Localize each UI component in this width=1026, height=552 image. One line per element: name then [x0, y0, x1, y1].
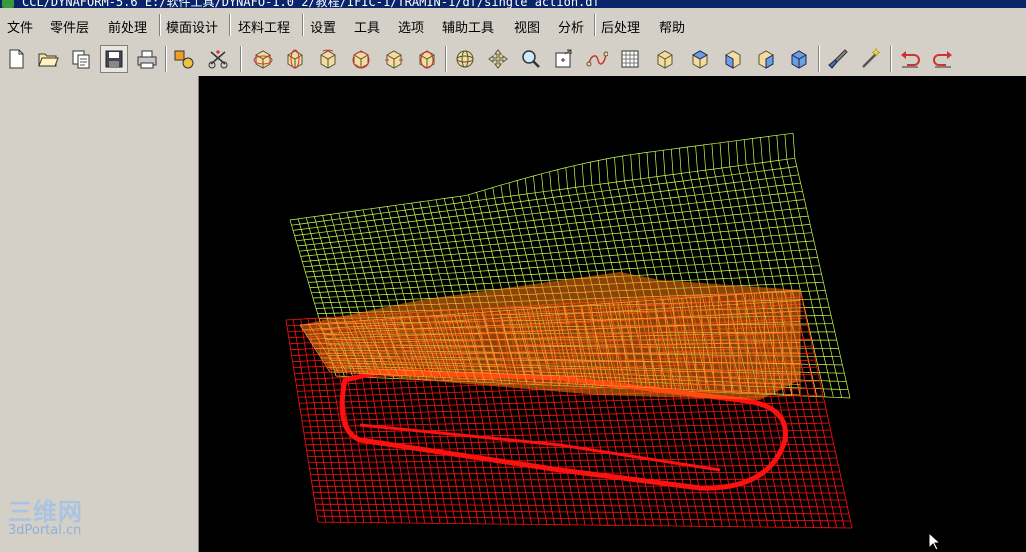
view-top-icon[interactable] — [686, 45, 714, 73]
zoom-icon[interactable] — [517, 45, 545, 73]
menu-separator — [594, 14, 596, 36]
rotate-y-icon[interactable] — [281, 45, 309, 73]
menu-analysis[interactable]: 分析 — [558, 17, 584, 36]
menu-part-layer[interactable]: 零件层 — [50, 17, 89, 36]
menu-help[interactable]: 帮助 — [659, 17, 685, 36]
menu-separator — [302, 14, 304, 36]
mesh-scene — [285, 132, 853, 529]
overlap-region — [299, 272, 801, 400]
rotate-z-icon[interactable] — [314, 45, 342, 73]
menu-file[interactable]: 文件 — [7, 17, 33, 36]
menu-preprocess[interactable]: 前处理 — [108, 17, 147, 36]
undo-icon[interactable] — [896, 45, 924, 73]
sphere-rotate-icon[interactable] — [451, 45, 479, 73]
rotate-x-icon[interactable] — [249, 45, 277, 73]
left-panel — [0, 76, 199, 552]
menu-options[interactable]: 选项 — [398, 17, 424, 36]
toolbar-separator — [165, 46, 167, 72]
save-icon[interactable] — [100, 45, 128, 73]
menu-separator — [159, 14, 161, 36]
menu-utilities[interactable]: 辅助工具 — [442, 17, 494, 36]
menu-tools[interactable]: 工具 — [354, 17, 380, 36]
menu-postprocess[interactable]: 后处理 — [601, 17, 640, 36]
pan-icon[interactable] — [484, 45, 512, 73]
open-folder-icon[interactable] — [34, 45, 62, 73]
toolbar-separator — [240, 46, 242, 72]
rotate-axis-icon[interactable] — [413, 45, 441, 73]
new-file-icon[interactable] — [2, 45, 30, 73]
toolbar-separator — [445, 46, 447, 72]
view-iso-icon[interactable] — [785, 45, 813, 73]
menu-die-design[interactable]: 模面设计 — [166, 17, 218, 36]
redo-icon[interactable] — [929, 45, 957, 73]
window-title: CCL/DYNAFORM-5.6 E:/软件工具/DYNAFO-1.0_2/教程… — [22, 0, 600, 8]
toolbar-separator — [818, 46, 820, 72]
menu-settings[interactable]: 设置 — [310, 17, 336, 36]
rotate-screen-icon[interactable] — [380, 45, 408, 73]
rotate-free-icon[interactable] — [347, 45, 375, 73]
title-bar: CCL/DYNAFORM-5.6 E:/软件工具/DYNAFO-1.0_2/教程… — [0, 0, 1026, 8]
menu-bar: 文件 零件层 前处理 模面设计 坯料工程 设置 工具 选项 辅助工具 视图 分析… — [0, 8, 1026, 43]
watermark: 三维网 3dPortal.cn — [8, 500, 83, 538]
menu-separator — [229, 14, 231, 36]
view-front-icon[interactable] — [651, 45, 679, 73]
toolbar-separator — [890, 46, 892, 72]
brush-icon[interactable] — [824, 45, 852, 73]
grid-icon[interactable] — [616, 45, 644, 73]
menu-blank-engineering[interactable]: 坯料工程 — [238, 17, 290, 36]
zoom-fit-icon[interactable] — [550, 45, 578, 73]
mouse-cursor-icon — [928, 532, 942, 551]
view-left-icon[interactable] — [719, 45, 747, 73]
curve-icon[interactable] — [583, 45, 611, 73]
print-icon[interactable] — [133, 45, 161, 73]
menu-view[interactable]: 视图 — [514, 17, 540, 36]
view-right-icon[interactable] — [752, 45, 780, 73]
toolbar — [0, 42, 1026, 76]
shapes-icon[interactable] — [170, 45, 198, 73]
scissors-icon[interactable] — [204, 45, 232, 73]
wand-icon[interactable] — [857, 45, 885, 73]
app-icon — [2, 0, 14, 8]
overlap-fill — [300, 272, 800, 400]
watermark-logo: 三维网 — [8, 498, 83, 526]
graphics-viewport[interactable] — [199, 76, 1026, 552]
copy-icon[interactable] — [67, 45, 95, 73]
watermark-url: 3dPortal.cn — [8, 523, 82, 538]
